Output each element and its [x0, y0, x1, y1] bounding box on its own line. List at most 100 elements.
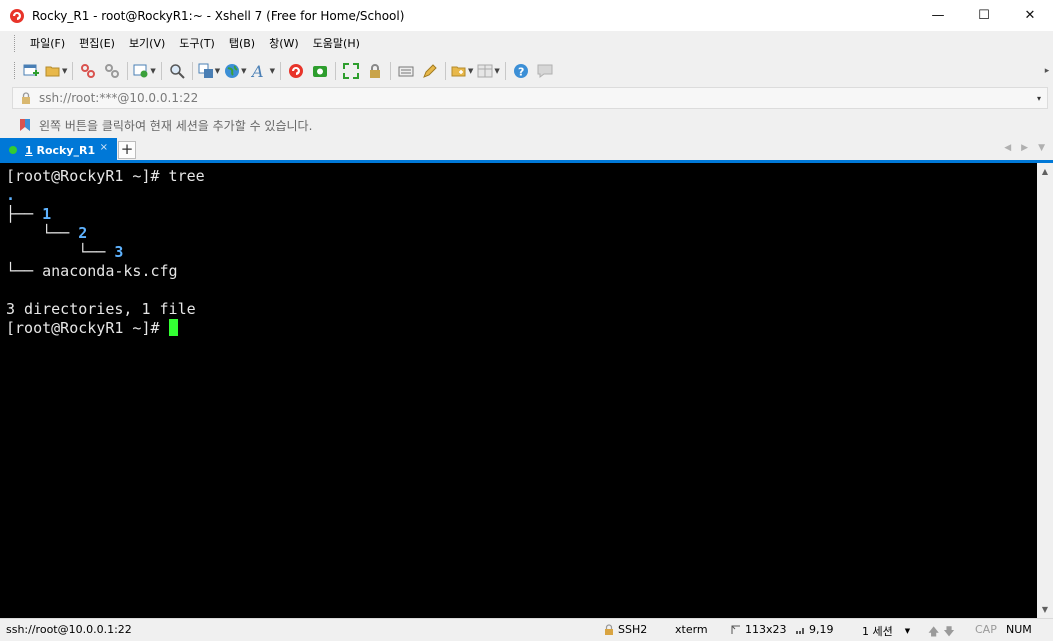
tab-prev-icon[interactable]: ◀: [1004, 143, 1011, 153]
toolbar-overflow-icon[interactable]: ▸: [1041, 62, 1053, 80]
properties-button[interactable]: ▼: [133, 61, 156, 81]
menubar-grip[interactable]: [14, 35, 17, 52]
tab-close-icon[interactable]: ×: [100, 142, 108, 153]
tree-summary: 3 directories, 1 file: [6, 300, 196, 318]
session-hint-text: 왼쪽 버튼을 클릭하여 현재 세션을 추가할 수 있습니다.: [39, 118, 313, 133]
chevron-down-icon: ▼: [904, 627, 911, 635]
address-bar: ssh://root:***@10.0.0.1:22 ▾: [0, 85, 1053, 111]
reconnect-button[interactable]: [78, 61, 98, 81]
status-bar: ssh://root@10.0.0.1:22 SSH2 xterm 113x23…: [0, 618, 1053, 641]
address-dropdown-button[interactable]: ▾: [1031, 94, 1047, 103]
chevron-down-icon: ▼: [62, 66, 68, 75]
chat-bubble-icon: [537, 63, 553, 79]
new-session-icon: [23, 63, 39, 79]
xshell-icon: [288, 63, 304, 79]
cursor-position-icon: [795, 625, 805, 635]
status-size: 113x23: [731, 623, 787, 636]
fullscreen-button[interactable]: [341, 61, 361, 81]
new-tab-group-button[interactable]: ▼: [451, 61, 473, 81]
disconnect-button[interactable]: [102, 61, 122, 81]
toolbar-grip[interactable]: [14, 62, 17, 79]
tree-root: .: [6, 186, 16, 204]
toolbar-separator: [72, 61, 74, 80]
chat-button[interactable]: [535, 61, 555, 81]
scroll-up-button[interactable]: ▲: [1037, 163, 1053, 180]
address-box[interactable]: ssh://root:***@10.0.0.1:22 ▾: [12, 87, 1048, 109]
status-connection: ssh://root@10.0.0.1:22: [6, 623, 132, 636]
fullscreen-icon: [342, 62, 359, 79]
status-sessions[interactable]: 1 세션 ▼: [862, 623, 910, 639]
tab-bar: 1 Rocky_R1 × + ◀ ▶ ▼: [0, 138, 1053, 162]
prompt: [root@RockyR1 ~]#: [6, 319, 169, 337]
status-protocol: SSH2: [604, 623, 647, 636]
open-session-button[interactable]: ▼: [45, 61, 67, 81]
menu-view[interactable]: 보기(V): [122, 34, 172, 54]
terminal-line: └── 3: [6, 243, 1037, 262]
terminal-line: └── anaconda-ks.cfg: [6, 262, 1037, 281]
chevron-down-icon: ▼: [269, 66, 275, 75]
tab-list-icon[interactable]: ▼: [1038, 143, 1045, 153]
add-tab-button[interactable]: +: [118, 141, 136, 159]
keyboard-button[interactable]: [396, 61, 416, 81]
status-terminal-type: xterm: [675, 623, 708, 636]
bookmark-icon[interactable]: [19, 118, 33, 132]
font-button[interactable]: A ▼: [251, 61, 275, 81]
search-icon: [169, 63, 185, 79]
status-sessions-text: 1 세션: [862, 625, 893, 638]
close-button[interactable]: ✕: [1007, 0, 1053, 31]
menu-bar: 파일(F) 편집(E) 보기(V) 도구(T) 탭(B) 창(W) 도움말(H): [0, 31, 1053, 56]
menu-tools[interactable]: 도구(T): [172, 34, 222, 54]
encoding-button[interactable]: ▼: [224, 61, 247, 81]
terminal-area[interactable]: [root@RockyR1 ~]# tree . ├── 1 └── 2 └──…: [0, 163, 1037, 618]
tree-directory: 3: [114, 243, 124, 261]
vertical-scrollbar[interactable]: ▲ ▼: [1037, 163, 1053, 618]
title-bar: Rocky_R1 - root@RockyR1:~ - Xshell 7 (Fr…: [0, 0, 1053, 31]
disconnect-icon: [104, 63, 120, 79]
xftp-icon: [312, 63, 328, 79]
scroll-down-button[interactable]: ▼: [1037, 601, 1053, 618]
chevron-down-icon: ▼: [214, 66, 221, 75]
arrow-up-icon: 🡅: [928, 625, 940, 638]
help-button[interactable]: ?: [511, 61, 531, 81]
minimize-button[interactable]: —: [915, 0, 961, 31]
terminal-line: 3 directories, 1 file: [6, 300, 1037, 319]
tab-next-icon[interactable]: ▶: [1021, 143, 1028, 153]
toolbar-separator: [504, 61, 506, 80]
lock-button[interactable]: [365, 61, 385, 81]
lock-icon: [19, 92, 33, 104]
xftp-button[interactable]: [310, 61, 330, 81]
chevron-down-icon: ▼: [241, 66, 247, 75]
status-cursor-pos: 9,19: [795, 623, 834, 636]
xshell-app-icon[interactable]: [9, 8, 25, 24]
highlight-button[interactable]: [420, 61, 440, 81]
status-arrows: 🡅 🡇: [928, 623, 955, 641]
menu-file[interactable]: 파일(F): [23, 34, 72, 54]
resize-icon: [731, 625, 741, 635]
menu-tab[interactable]: 탭(B): [222, 34, 262, 54]
tab-title: Rocky_R1: [32, 143, 96, 157]
new-session-button[interactable]: [21, 61, 41, 81]
menu-help[interactable]: 도움말(H): [306, 34, 367, 54]
maximize-button[interactable]: ☐: [961, 0, 1007, 31]
folder-add-icon: [451, 63, 467, 79]
toolbar-separator: [444, 61, 446, 80]
xshell-button[interactable]: [286, 61, 306, 81]
tree-directory: 2: [78, 224, 88, 242]
find-button[interactable]: [167, 61, 187, 81]
chevron-down-icon: ▼: [467, 66, 474, 75]
reconnect-icon: [80, 63, 96, 79]
status-num: NUM: [1006, 623, 1032, 636]
chevron-down-icon: ▼: [150, 66, 156, 75]
tab-rocky-r1[interactable]: 1 Rocky_R1 ×: [0, 138, 117, 162]
address-input[interactable]: ssh://root:***@10.0.0.1:22: [39, 91, 1031, 105]
tree-prefix: └──: [6, 262, 43, 280]
menu-window[interactable]: 창(W): [262, 34, 306, 54]
tree-prefix: └──: [6, 224, 79, 242]
toolbar-separator: [334, 61, 336, 80]
tile-button[interactable]: ▼: [477, 61, 500, 81]
terminal-line: ├── 1: [6, 205, 1037, 224]
status-protocol-text: SSH2: [618, 623, 648, 636]
menu-edit[interactable]: 편집(E): [72, 34, 122, 54]
layout-button[interactable]: ▼: [198, 61, 220, 81]
